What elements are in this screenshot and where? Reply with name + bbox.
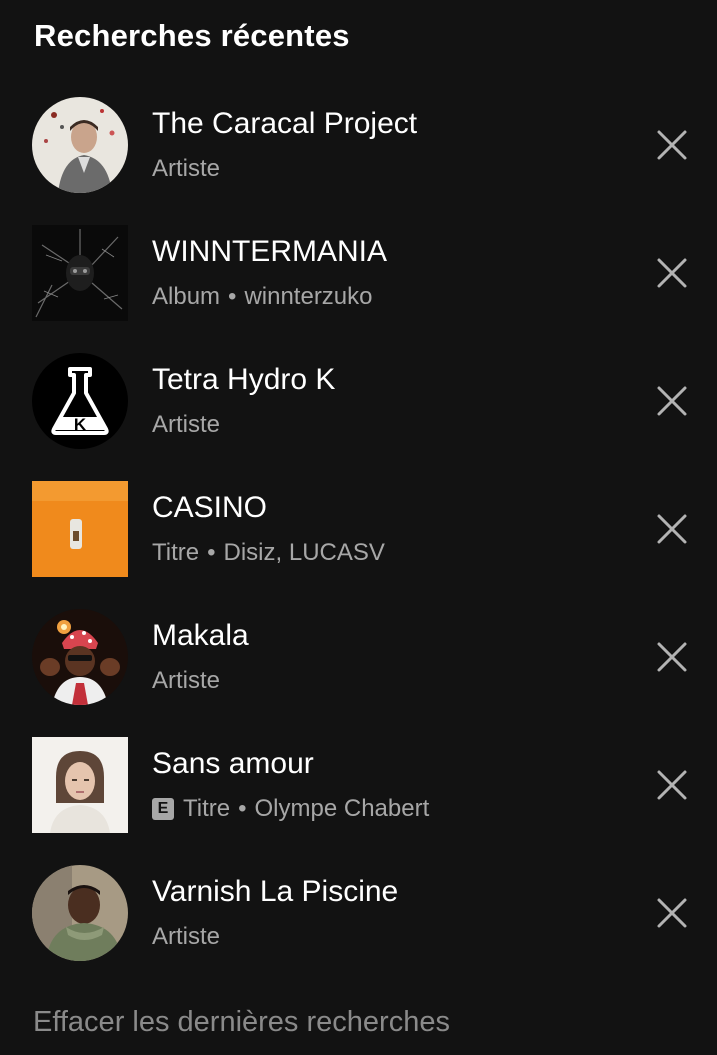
remove-button[interactable]: [652, 253, 692, 293]
close-icon: [657, 258, 687, 288]
item-subtitle: Artiste: [152, 155, 220, 183]
separator-dot: •: [238, 795, 247, 822]
artist-avatar: [32, 609, 128, 705]
item-title: Sans amour: [152, 747, 314, 780]
remove-button[interactable]: [652, 381, 692, 421]
album-cover: [32, 225, 128, 321]
item-type: Artiste: [152, 411, 221, 438]
item-detail: winnterzuko: [244, 283, 373, 310]
list-item[interactable]: Sans amour E Titre • Olympe Chabert: [0, 737, 717, 847]
artist-avatar: [32, 865, 128, 961]
item-title: Varnish La Piscine: [152, 875, 399, 908]
item-detail: Olympe Chabert: [254, 795, 430, 822]
item-subtitle: Artiste: [152, 923, 220, 951]
artist-avatar: K: [32, 353, 128, 449]
item-type: Artiste: [152, 923, 221, 950]
svg-text:K: K: [74, 415, 87, 434]
item-detail: Disiz, LUCASV: [223, 539, 385, 566]
list-item[interactable]: K Tetra Hydro K Artiste: [0, 353, 717, 463]
page-title: Recherches récentes: [34, 18, 350, 53]
remove-button[interactable]: [652, 509, 692, 549]
close-icon: [657, 898, 687, 928]
list-item[interactable]: WINNTERMANIA Album • winnterzuko: [0, 225, 717, 335]
item-title: Tetra Hydro K: [152, 363, 336, 396]
item-title: WINNTERMANIA: [152, 235, 387, 268]
item-subtitle: Album • winnterzuko: [152, 283, 373, 311]
item-type: Artiste: [152, 155, 221, 182]
item-subtitle: Artiste: [152, 667, 220, 695]
artist-avatar: [32, 97, 128, 193]
item-type: Titre: [183, 795, 231, 822]
item-type: Artiste: [152, 667, 221, 694]
separator-dot: •: [228, 283, 237, 310]
item-title: Makala: [152, 619, 249, 652]
close-icon: [657, 130, 687, 160]
close-icon: [657, 514, 687, 544]
remove-button[interactable]: [652, 637, 692, 677]
close-icon: [657, 386, 687, 416]
list-item[interactable]: Varnish La Piscine Artiste: [0, 865, 717, 975]
item-title: The Caracal Project: [152, 107, 418, 140]
item-type: Album: [152, 283, 221, 310]
remove-button[interactable]: [652, 125, 692, 165]
list-item[interactable]: Makala Artiste: [0, 609, 717, 719]
item-title: CASINO: [152, 491, 268, 524]
item-subtitle: Titre • Disiz, LUCASV: [152, 539, 385, 567]
item-subtitle: Artiste: [152, 411, 220, 439]
album-cover: [32, 481, 128, 577]
separator-dot: •: [207, 539, 216, 566]
remove-button[interactable]: [652, 893, 692, 933]
list-item[interactable]: The Caracal Project Artiste: [0, 97, 717, 207]
item-type: Titre: [152, 539, 200, 566]
list-item[interactable]: CASINO Titre • Disiz, LUCASV: [0, 481, 717, 591]
close-icon: [657, 770, 687, 800]
item-subtitle: E Titre • Olympe Chabert: [152, 795, 429, 823]
close-icon: [657, 642, 687, 672]
remove-button[interactable]: [652, 765, 692, 805]
clear-recent-searches-button[interactable]: Effacer les dernières recherches: [33, 1006, 450, 1039]
explicit-badge: E: [152, 798, 174, 820]
album-cover: [32, 737, 128, 833]
